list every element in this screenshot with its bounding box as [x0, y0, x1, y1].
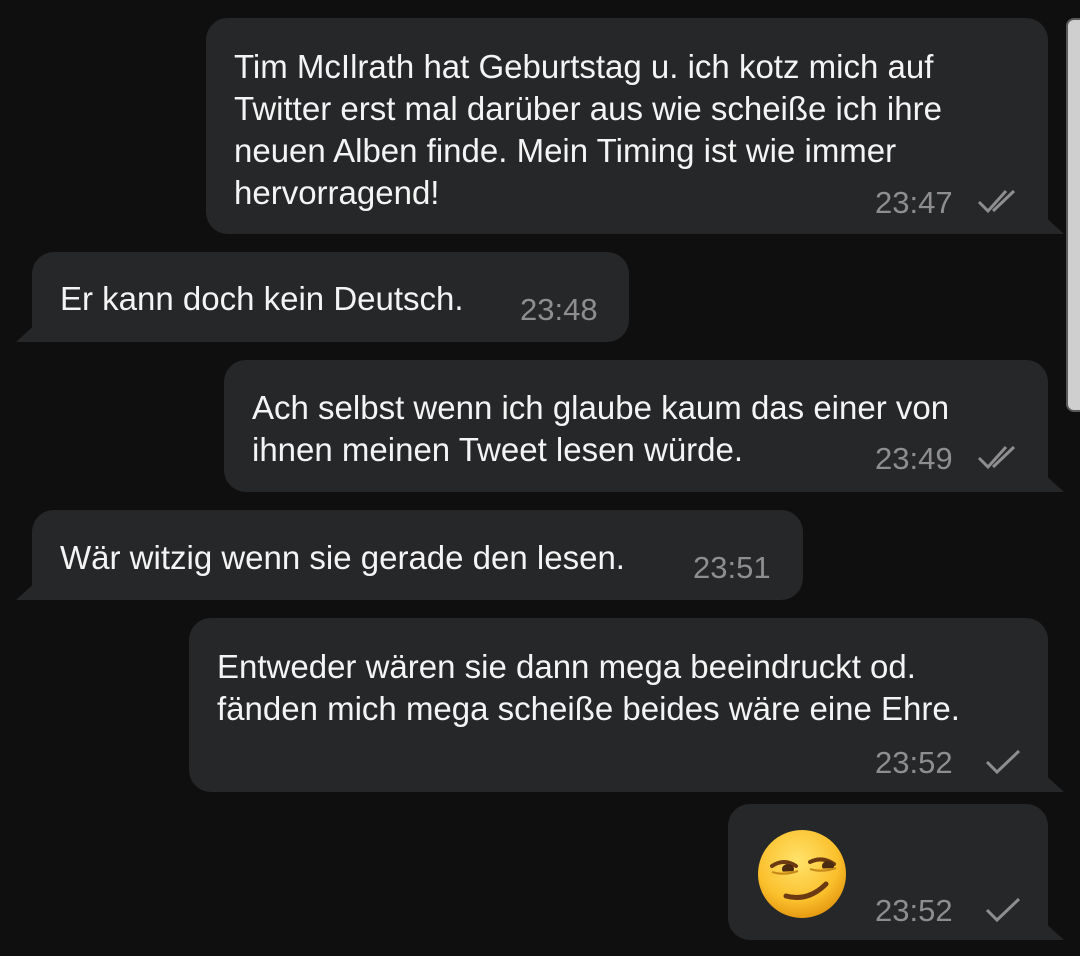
message-bubble-incoming[interactable]: Wär witzig wenn sie gerade den lesen. 23… — [16, 510, 803, 600]
message-timestamp: 23:52 — [875, 893, 953, 928]
bubble-tail — [1042, 772, 1064, 792]
message-text-line: ihnen meinen Tweet lesen würde. — [252, 431, 744, 468]
message-timestamp: 23:52 — [875, 745, 953, 780]
double-check-icon — [977, 189, 1016, 214]
bubble-tail — [16, 322, 38, 342]
message-timestamp: 23:49 — [875, 441, 953, 476]
bubble-tail — [1042, 920, 1064, 940]
message-bubble-outgoing[interactable]: Entweder wären sie dann mega beeindruckt… — [189, 618, 1064, 792]
message-text-line: Tim McIlrath hat Geburtstag u. ich kotz … — [234, 48, 934, 85]
bubble-tail — [1042, 214, 1064, 234]
message-text-line: Ach selbst wenn ich glaube kaum das eine… — [252, 389, 950, 426]
message-text-line: fänden mich mega scheiße beides wäre ein… — [217, 690, 960, 727]
smirking-face-icon — [758, 830, 846, 918]
message-text-line: Wär witzig wenn sie gerade den lesen. — [60, 539, 625, 576]
message-timestamp: 23:51 — [693, 550, 771, 585]
message-text-line: Entweder wären sie dann mega beeindruckt… — [217, 648, 916, 685]
check-icon — [985, 749, 1021, 775]
bubble-tail — [1042, 472, 1064, 492]
message-bubble-outgoing[interactable]: Ach selbst wenn ich glaube kaum das eine… — [224, 360, 1064, 492]
check-icon — [985, 897, 1021, 923]
double-check-icon — [977, 445, 1016, 470]
bubble-tail — [16, 580, 38, 600]
message-text-line: Twitter erst mal darüber aus wie scheiße… — [234, 90, 942, 127]
message-text-line: hervorragend! — [234, 174, 440, 211]
message-bubble-outgoing[interactable]: 23:52 — [728, 804, 1064, 940]
message-timestamp: 23:47 — [875, 185, 953, 220]
message-timestamp: 23:48 — [520, 292, 598, 327]
message-bubble-incoming[interactable]: Er kann doch kein Deutsch. 23:48 — [16, 252, 629, 342]
scrollbar[interactable] — [1066, 18, 1080, 412]
message-text-line: Er kann doch kein Deutsch. — [60, 280, 464, 317]
message-bubble-outgoing[interactable]: Tim McIlrath hat Geburtstag u. ich kotz … — [206, 18, 1064, 234]
message-text-line: neuen Alben finde. Mein Timing ist wie i… — [234, 132, 897, 169]
